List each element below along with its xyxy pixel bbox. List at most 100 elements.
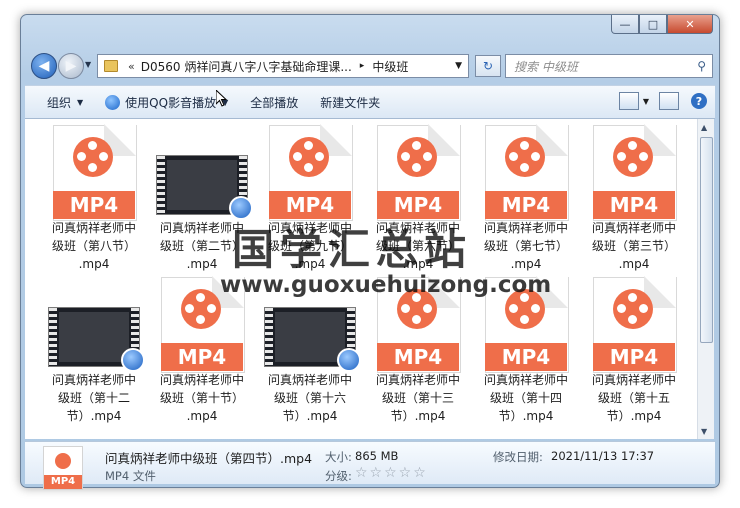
mp4-icon-label: MP4 <box>377 191 459 219</box>
folder-icon <box>104 60 118 72</box>
file-name-line: .mp4 <box>618 257 650 271</box>
file-item[interactable]: MP4 问真炳祥老师中 级班（第八节） .mp4 <box>41 124 147 273</box>
file-name-line: 问真炳祥老师中 <box>159 373 244 387</box>
rating-label: 分级: <box>325 469 352 483</box>
mp4-icon-label: MP4 <box>44 475 82 489</box>
file-item[interactable]: MP4 问真炳祥老师中 级班（第十三 节）.mp4 <box>365 276 471 425</box>
qq-player-icon <box>105 94 121 110</box>
mp4-file-icon: MP4 <box>593 276 677 373</box>
file-name-line: 问真炳祥老师中 <box>483 373 568 387</box>
breadcrumb-separator[interactable]: ▸ <box>360 61 365 71</box>
change-view-icon[interactable] <box>618 92 639 110</box>
organize-label: 组织 <box>47 95 72 110</box>
organize-menu[interactable]: 组织 ▼ <box>47 94 83 111</box>
mp4-file-icon: MP4 <box>269 124 353 221</box>
file-name-line: 问真炳祥老师中 <box>591 221 676 235</box>
file-name-line: 级班（第十五 <box>597 391 670 405</box>
file-name-line: 级班（第三节） <box>591 239 676 253</box>
file-name-line: 级班（第十二 <box>57 391 130 405</box>
caption-buttons: — □ ✕ <box>611 15 713 34</box>
mp4-icon-label: MP4 <box>161 343 243 371</box>
breadcrumb-current-folder[interactable]: 中级班 <box>372 58 408 75</box>
file-item[interactable]: MP4 问真炳祥老师中 级班（第三节） .mp4 <box>581 124 687 273</box>
file-name-line: 节）.mp4 <box>282 409 338 423</box>
file-name-line: 问真炳祥老师中 <box>375 373 460 387</box>
refresh-button[interactable]: ↻ <box>475 55 501 77</box>
rating-stars[interactable]: ☆☆☆☆☆ <box>355 465 428 481</box>
video-thumbnail <box>149 125 255 220</box>
file-item[interactable]: MP4 问真炳祥老师中 级班（第十五 节）.mp4 <box>581 276 687 425</box>
mp4-icon-label: MP4 <box>485 343 567 371</box>
file-name-line: 级班（第十节） <box>159 391 244 405</box>
search-placeholder: 搜索 中级班 <box>514 59 578 74</box>
maximize-button[interactable]: □ <box>639 15 667 34</box>
minimize-button[interactable]: — <box>611 15 639 34</box>
mp4-file-icon: MP4 <box>53 124 137 221</box>
scrollbar-thumb[interactable] <box>700 137 713 343</box>
mp4-file-icon: MP4 <box>43 446 83 490</box>
watermark-text-url: www.guoxuehuizong.com <box>220 272 552 298</box>
film-reel-icon <box>505 137 545 177</box>
close-button[interactable]: ✕ <box>667 15 713 34</box>
preview-pane-icon[interactable] <box>659 92 679 110</box>
film-reel-icon <box>397 137 437 177</box>
selected-file-type: MP4 文件 <box>105 469 156 483</box>
breadcrumb-parent-folder[interactable]: D0560 炳祥问真八字八字基础命理课... <box>141 58 352 75</box>
file-item[interactable]: 问真炳祥老师中 级班（第十六 节）.mp4 <box>257 277 363 425</box>
chevron-down-icon[interactable]: ▼ <box>643 97 649 106</box>
play-all-button[interactable]: 全部播放 <box>250 94 298 111</box>
address-bar[interactable]: « D0560 炳祥问真八字八字基础命理课... ▸ 中级班 ▼ <box>97 54 469 78</box>
video-thumbnail <box>41 277 147 372</box>
search-icon[interactable]: ⚲ <box>697 59 706 73</box>
file-name-line: 级班（第十三 <box>381 391 454 405</box>
file-name-line: 问真炳祥老师中 <box>51 221 136 235</box>
film-reel-icon <box>73 137 113 177</box>
film-reel-icon <box>613 137 653 177</box>
file-name-line: 节）.mp4 <box>66 409 122 423</box>
vertical-scrollbar[interactable]: ▲ ▼ <box>697 119 714 439</box>
film-reel-icon <box>181 289 221 329</box>
qq-player-badge-icon <box>121 348 145 372</box>
mp4-icon-label: MP4 <box>269 191 351 219</box>
file-name-line: 级班（第八节） <box>51 239 136 253</box>
recent-pages-dropdown[interactable]: ▼ <box>85 60 91 69</box>
mp4-icon-label: MP4 <box>593 343 675 371</box>
file-name-line: .mp4 <box>78 257 110 271</box>
file-name-line: 级班（第七节） <box>483 239 568 253</box>
view-controls: ▼ ? <box>609 92 707 110</box>
file-name-line: 问真炳祥老师中 <box>483 221 568 235</box>
file-name-line: .mp4 <box>510 257 542 271</box>
search-input[interactable]: 搜索 中级班 ⚲ <box>505 54 713 78</box>
forward-button[interactable]: ▶ <box>58 53 84 79</box>
film-reel-icon <box>289 137 329 177</box>
file-name-line: 节）.mp4 <box>498 409 554 423</box>
scroll-up-icon[interactable]: ▲ <box>701 123 707 132</box>
mp4-icon-label: MP4 <box>485 191 567 219</box>
address-prefix[interactable]: « <box>128 60 135 73</box>
mp4-file-icon: MP4 <box>593 124 677 221</box>
command-bar: 组织 ▼ 使用QQ影音播放 ▼ 全部播放 新建文件夹 ▼ ? <box>25 85 715 119</box>
details-pane: MP4 问真炳祥老师中级班（第四节）.mp4 MP4 文件 大小: 865 MB… <box>25 441 715 490</box>
navigation-bar: ◀ ▶ ▼ « D0560 炳祥问真八字八字基础命理课... ▸ 中级班 ▼ ↻… <box>29 52 713 80</box>
mp4-file-icon: MP4 <box>485 124 569 221</box>
new-folder-button[interactable]: 新建文件夹 <box>320 94 380 111</box>
file-item[interactable]: 问真炳祥老师中 级班（第十二 节）.mp4 <box>41 277 147 425</box>
modified-value: 2021/11/13 17:37 <box>551 449 655 463</box>
file-item[interactable]: MP4 问真炳祥老师中 级班（第十节） .mp4 <box>149 276 255 425</box>
mp4-icon-label: MP4 <box>593 191 675 219</box>
help-icon[interactable]: ? <box>691 93 707 109</box>
film-reel-icon <box>613 289 653 329</box>
file-name-line: 节）.mp4 <box>390 409 446 423</box>
mp4-file-icon: MP4 <box>377 124 461 221</box>
size-label: 大小: <box>325 450 352 464</box>
file-name-line: 级班（第十六 <box>273 391 346 405</box>
address-dropdown-icon[interactable]: ▼ <box>455 61 462 71</box>
play-with-qq-button[interactable]: 使用QQ影音播放 ▼ <box>105 94 228 111</box>
file-item[interactable]: MP4 问真炳祥老师中 级班（第七节） .mp4 <box>473 124 579 273</box>
back-button[interactable]: ◀ <box>31 53 57 79</box>
scroll-down-icon[interactable]: ▼ <box>701 427 707 436</box>
qq-player-badge-icon <box>337 348 361 372</box>
mp4-icon-label: MP4 <box>53 191 135 219</box>
chevron-down-icon: ▼ <box>77 97 84 107</box>
file-item[interactable]: MP4 问真炳祥老师中 级班（第十四 节）.mp4 <box>473 276 579 425</box>
